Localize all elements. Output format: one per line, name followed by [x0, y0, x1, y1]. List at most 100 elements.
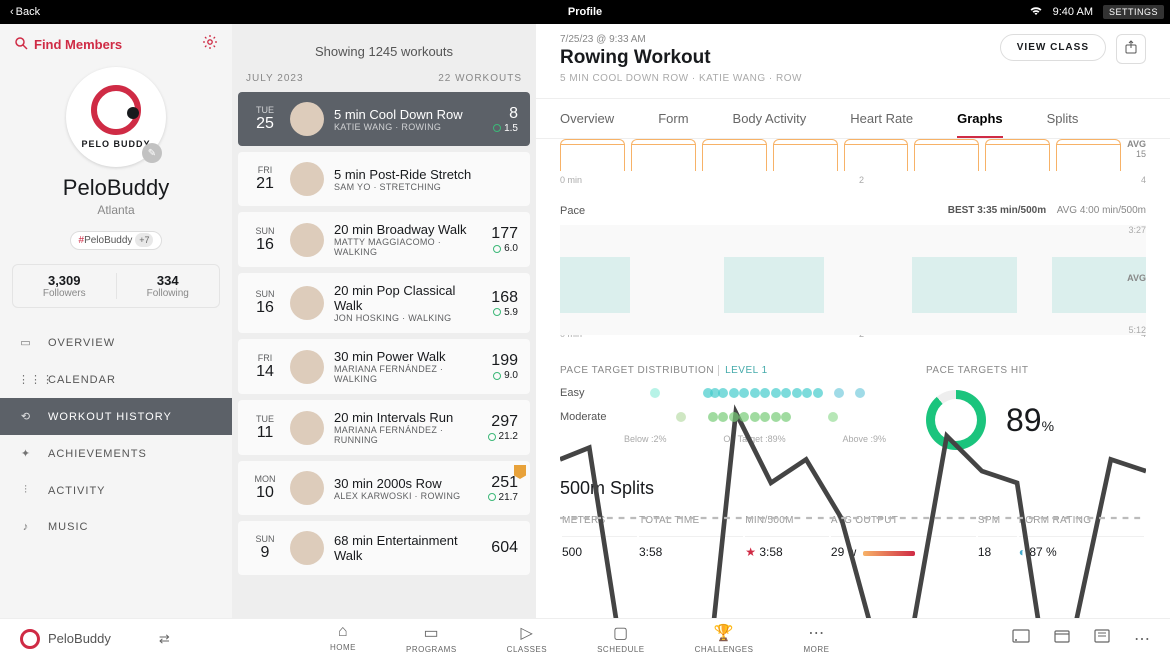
find-members-label: Find Members — [34, 37, 122, 52]
strip-avg-value: 15 — [1127, 149, 1146, 159]
avatar-text: PELO BUDDY — [81, 139, 150, 149]
challenges-icon: 🏆 — [714, 623, 734, 643]
followers-count: 3,309 — [13, 273, 116, 288]
stroke-rate-strip-chart: AVG 15 — [560, 139, 1146, 181]
workout-row[interactable]: TUE25 5 min Cool Down RowKATIE WANG · RO… — [238, 92, 530, 146]
instructor-avatar — [290, 471, 324, 505]
hashtag-count: +7 — [135, 233, 153, 247]
instructor-avatar — [290, 411, 324, 445]
switch-user-icon[interactable]: ⇄ — [159, 631, 170, 647]
gear-icon[interactable] — [202, 34, 218, 55]
more-icon: ⋯ — [808, 623, 825, 643]
nav-workout-history[interactable]: ⟲WORKOUT HISTORY — [0, 398, 232, 435]
bottom-nav-schedule[interactable]: ▢SCHEDULE — [597, 623, 645, 654]
instructor-avatar — [290, 286, 324, 320]
settings-button[interactable]: SETTINGS — [1103, 5, 1164, 19]
pace-label: Pace — [560, 205, 585, 217]
bottom-nav-home[interactable]: ⌂HOME — [330, 623, 356, 654]
nav-achievements[interactable]: ✦ACHIEVEMENTS — [0, 435, 232, 472]
back-button[interactable]: ‹ Back — [0, 6, 40, 18]
tab-heart-rate[interactable]: Heart Rate — [850, 99, 913, 138]
nav-music[interactable]: ♪MUSIC — [0, 509, 232, 545]
dist-easy-dots — [624, 386, 886, 400]
workout-row[interactable]: SUN9 68 min Entertainment Walk 604 — [238, 521, 530, 575]
tab-body-activity[interactable]: Body Activity — [733, 99, 807, 138]
wifi-icon — [1029, 6, 1043, 19]
workout-datetime: 7/25/23 @ 9:33 AM — [560, 34, 1000, 45]
calendar-grid-icon: ⋮⋮⋮ — [18, 373, 34, 386]
star-icon: ✦ — [18, 447, 34, 460]
workout-title: Rowing Workout — [560, 47, 1000, 69]
history-icon: ⟲ — [18, 410, 34, 423]
pace-best: BEST 3:35 min/500m — [948, 205, 1046, 216]
more-dots-icon[interactable]: ⋯ — [1134, 629, 1150, 649]
back-label: Back — [16, 6, 40, 18]
tab-splits[interactable]: Splits — [1047, 99, 1079, 138]
tab-form[interactable]: Form — [658, 99, 688, 138]
workout-list-column: Showing 1245 workouts JULY 2023 22 worko… — [232, 24, 536, 618]
hashtag-pill[interactable]: #PeloBuddy +7 — [70, 231, 163, 250]
share-icon — [1124, 40, 1138, 59]
detail-tabs: Overview Form Body Activity Heart Rate Graph… — [536, 99, 1170, 139]
nav-calendar[interactable]: ⋮⋮⋮CALENDAR — [0, 361, 232, 398]
clock-time: 9:40 AM — [1053, 6, 1093, 18]
nav-activity[interactable]: ⫶ACTIVITY — [0, 472, 232, 509]
hashtag-label: PeloBuddy — [84, 235, 132, 246]
find-members-link[interactable]: Find Members — [14, 36, 122, 53]
bottom-nav-more[interactable]: ⋯MORE — [803, 623, 829, 654]
workout-detail-pane: 7/25/23 @ 9:33 AM Rowing Workout 5 MIN C… — [536, 24, 1170, 618]
feed-icon[interactable] — [1094, 629, 1110, 649]
tab-overview[interactable]: Overview — [560, 99, 614, 138]
following-stat[interactable]: 334 Following — [117, 273, 220, 299]
instructor-avatar — [290, 162, 324, 196]
share-button[interactable] — [1116, 34, 1146, 64]
workout-row[interactable]: FRI21 5 min Post-Ride StretchSAM YO · ST… — [238, 152, 530, 206]
bottom-nav-programs[interactable]: ▭PROGRAMS — [406, 623, 457, 654]
nav-overview[interactable]: ▭OVERVIEW — [0, 324, 232, 361]
user-location: Atlanta — [0, 203, 232, 217]
calendar-icon[interactable] — [1054, 629, 1070, 649]
workout-count-summary: Showing 1245 workouts — [232, 24, 536, 73]
bottom-nav-classes[interactable]: ▷CLASSES — [507, 623, 547, 654]
workout-row[interactable]: TUE11 20 min Intervals RunMARIANA FERNÁN… — [238, 400, 530, 455]
instructor-avatar — [290, 102, 324, 136]
dist-mod-dots — [624, 410, 886, 424]
following-label: Following — [117, 288, 220, 299]
tab-graphs[interactable]: Graphs — [957, 99, 1003, 138]
instructor-avatar — [290, 223, 324, 257]
pace-chart: 3:27 AVG 5:12 — [560, 225, 1146, 335]
page-title: Profile — [568, 6, 602, 18]
workout-subtitle: 5 MIN COOL DOWN ROW · KATIE WANG · ROW — [560, 73, 1000, 84]
pace-y-top: 3:27 — [1128, 225, 1146, 235]
app-topbar: ‹ Back Profile 9:40 AM SETTINGS — [0, 0, 1170, 24]
month-label: JULY 2023 — [246, 73, 304, 84]
brand-logo-icon — [20, 629, 40, 649]
home-icon: ⌂ — [338, 623, 348, 641]
view-class-button[interactable]: VIEW CLASS — [1000, 34, 1106, 61]
schedule-icon: ▢ — [613, 623, 629, 643]
username: PeloBuddy — [0, 175, 232, 201]
follow-stats: 3,309 Followers 334 Following — [12, 264, 220, 308]
bottom-tab-bar: PeloBuddy ⇄ ⌂HOME ▭PROGRAMS ▷CLASSES ▢SCHED… — [0, 618, 1170, 658]
pace-avg-tag: AVG — [1127, 273, 1146, 283]
music-icon: ♪ — [18, 521, 34, 533]
profile-avatar[interactable]: PELO BUDDY ✎ — [66, 67, 166, 167]
followers-stat[interactable]: 3,309 Followers — [13, 273, 117, 299]
workout-row[interactable]: FRI14 30 min Power WalkMARIANA FERNÁNDEZ… — [238, 339, 530, 394]
edit-avatar-icon[interactable]: ✎ — [142, 143, 162, 163]
bars-icon: ⫶ — [18, 484, 34, 497]
month-workout-count: 22 workouts — [438, 73, 522, 84]
workout-row[interactable]: SUN16 20 min Pop Classical WalkJON HOSKI… — [238, 273, 530, 333]
sidebar-nav: ▭OVERVIEW ⋮⋮⋮CALENDAR ⟲WORKOUT HISTORY ✦… — [0, 324, 232, 545]
workout-row[interactable]: SUN16 20 min Broadway WalkMATTY MAGGIACO… — [238, 212, 530, 267]
cast-icon[interactable] — [1012, 629, 1030, 649]
overview-icon: ▭ — [18, 336, 34, 349]
classes-icon: ▷ — [520, 623, 533, 643]
programs-icon: ▭ — [424, 623, 440, 643]
bottom-username: PeloBuddy — [48, 631, 111, 646]
workout-row[interactable]: MON10 30 min 2000s RowALEX KARWOSKI · RO… — [238, 461, 530, 515]
bottom-nav-challenges[interactable]: 🏆CHALLENGES — [695, 623, 754, 654]
profile-sidebar: Find Members PELO BUDDY ✎ PeloBuddy Atla… — [0, 24, 232, 618]
pace-avg: AVG 4:00 min/500m — [1057, 205, 1146, 216]
following-count: 334 — [117, 273, 220, 288]
